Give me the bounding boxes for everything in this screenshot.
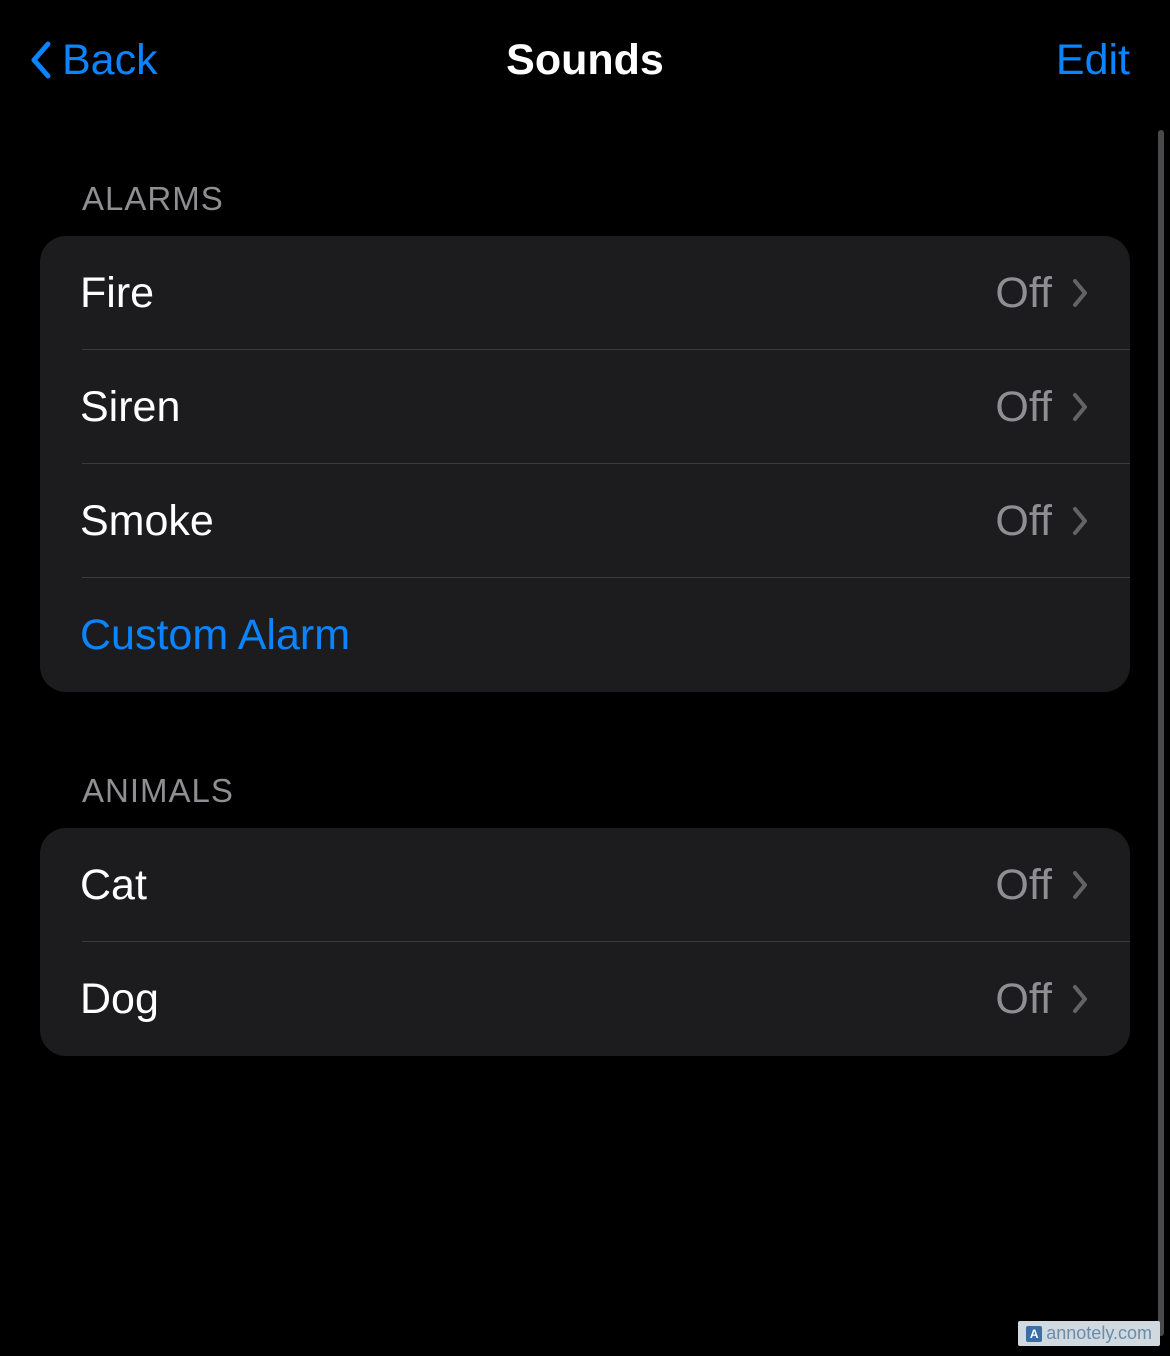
navigation-bar: Back Sounds Edit [0,0,1170,120]
chevron-right-icon [1070,505,1090,537]
row-custom-alarm[interactable]: Custom Alarm [40,578,1130,692]
group-alarms: Fire Off Siren Off Smoke Off [40,236,1130,692]
row-label: Siren [80,383,180,432]
row-cat[interactable]: Cat Off [40,828,1130,942]
scrollbar[interactable] [1158,130,1164,1336]
row-label: Smoke [80,497,214,546]
chevron-left-icon [24,36,56,84]
section-header-alarms: ALARMS [40,180,1130,236]
group-animals: Cat Off Dog Off [40,828,1130,1056]
chevron-right-icon [1070,869,1090,901]
row-smoke[interactable]: Smoke Off [40,464,1130,578]
chevron-right-icon [1070,277,1090,309]
row-label: Custom Alarm [80,611,350,660]
row-value: Off [995,269,1052,318]
back-label: Back [62,36,158,85]
watermark-text: annotely.com [1046,1323,1152,1344]
edit-button[interactable]: Edit [1056,36,1130,85]
back-button[interactable]: Back [24,36,158,85]
row-right: Off [995,269,1090,318]
row-right: Off [995,861,1090,910]
row-right: Off [995,975,1090,1024]
row-label: Dog [80,975,159,1024]
page-title: Sounds [506,36,664,85]
row-right: Off [995,497,1090,546]
watermark-icon: A [1026,1326,1042,1342]
section-header-animals: ANIMALS [40,772,1130,828]
row-label: Cat [80,861,147,910]
chevron-right-icon [1070,391,1090,423]
row-value: Off [995,497,1052,546]
row-label: Fire [80,269,154,318]
row-value: Off [995,975,1052,1024]
chevron-right-icon [1070,983,1090,1015]
row-value: Off [995,383,1052,432]
row-right: Off [995,383,1090,432]
watermark: A annotely.com [1018,1321,1160,1346]
content-area: ALARMS Fire Off Siren Off Smoke Off [0,120,1170,1056]
row-dog[interactable]: Dog Off [40,942,1130,1056]
row-value: Off [995,861,1052,910]
row-fire[interactable]: Fire Off [40,236,1130,350]
row-siren[interactable]: Siren Off [40,350,1130,464]
